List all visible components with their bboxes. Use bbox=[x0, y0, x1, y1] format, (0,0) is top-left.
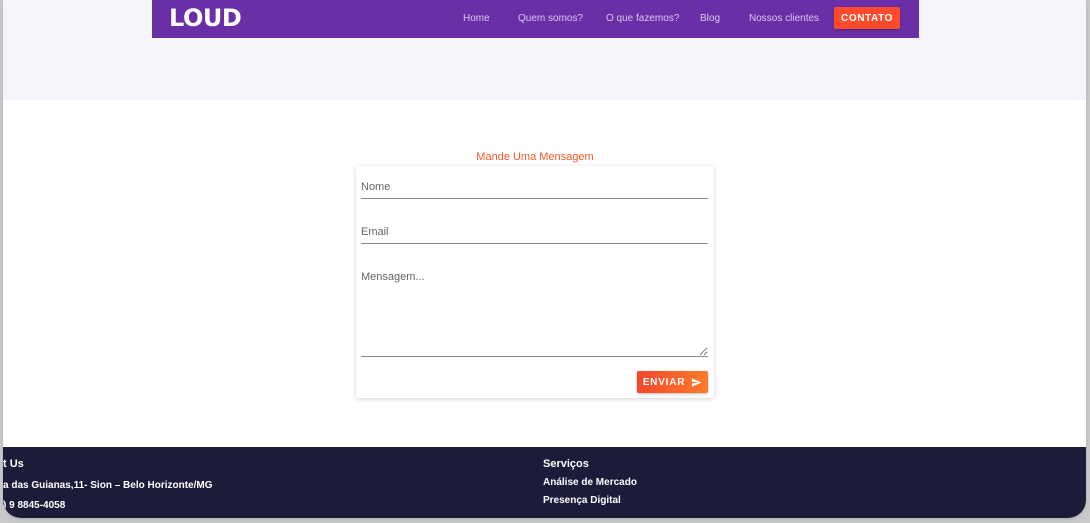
name-input[interactable] bbox=[361, 180, 708, 199]
loud-logo[interactable]: LOUD bbox=[169, 4, 242, 32]
nav-link-quem-somos[interactable]: Quem somos? bbox=[518, 13, 583, 24]
form-title: Mande Uma Mensagem bbox=[476, 151, 594, 163]
nav-link-blog[interactable]: Blog bbox=[700, 13, 720, 24]
footer-contact-heading: t Us bbox=[3, 458, 24, 470]
send-button[interactable]: ENVIAR bbox=[637, 371, 708, 393]
footer-address: a das Guianas,11- Sion – Belo Horizonte/… bbox=[3, 480, 213, 491]
footer-service-analise[interactable]: Análise de Mercado bbox=[543, 477, 637, 488]
nav-link-o-que-fazemos[interactable]: O que fazemos? bbox=[606, 13, 679, 24]
send-icon bbox=[692, 377, 702, 387]
nav-link-nossos-clientes[interactable]: Nossos clientes bbox=[749, 13, 819, 24]
top-navbar: LOUD Home Quem somos? O que fazemos? Blo… bbox=[152, 0, 919, 38]
footer-services-heading: Serviços bbox=[543, 458, 589, 470]
send-button-label: ENVIAR bbox=[642, 376, 686, 388]
nav-link-home[interactable]: Home bbox=[463, 13, 490, 24]
email-input[interactable] bbox=[361, 225, 708, 244]
footer-phone[interactable]: ) 9 8845-4058 bbox=[3, 500, 65, 511]
message-textarea[interactable] bbox=[361, 269, 708, 357]
contato-button[interactable]: CONTATO bbox=[834, 7, 900, 29]
footer-service-presenca[interactable]: Presença Digital bbox=[543, 495, 621, 506]
browser-viewport: LOUD Home Quem somos? O que fazemos? Blo… bbox=[3, 0, 1086, 518]
contact-form: ENVIAR bbox=[356, 166, 714, 398]
site-footer: t Us a das Guianas,11- Sion – Belo Horiz… bbox=[3, 447, 1086, 518]
